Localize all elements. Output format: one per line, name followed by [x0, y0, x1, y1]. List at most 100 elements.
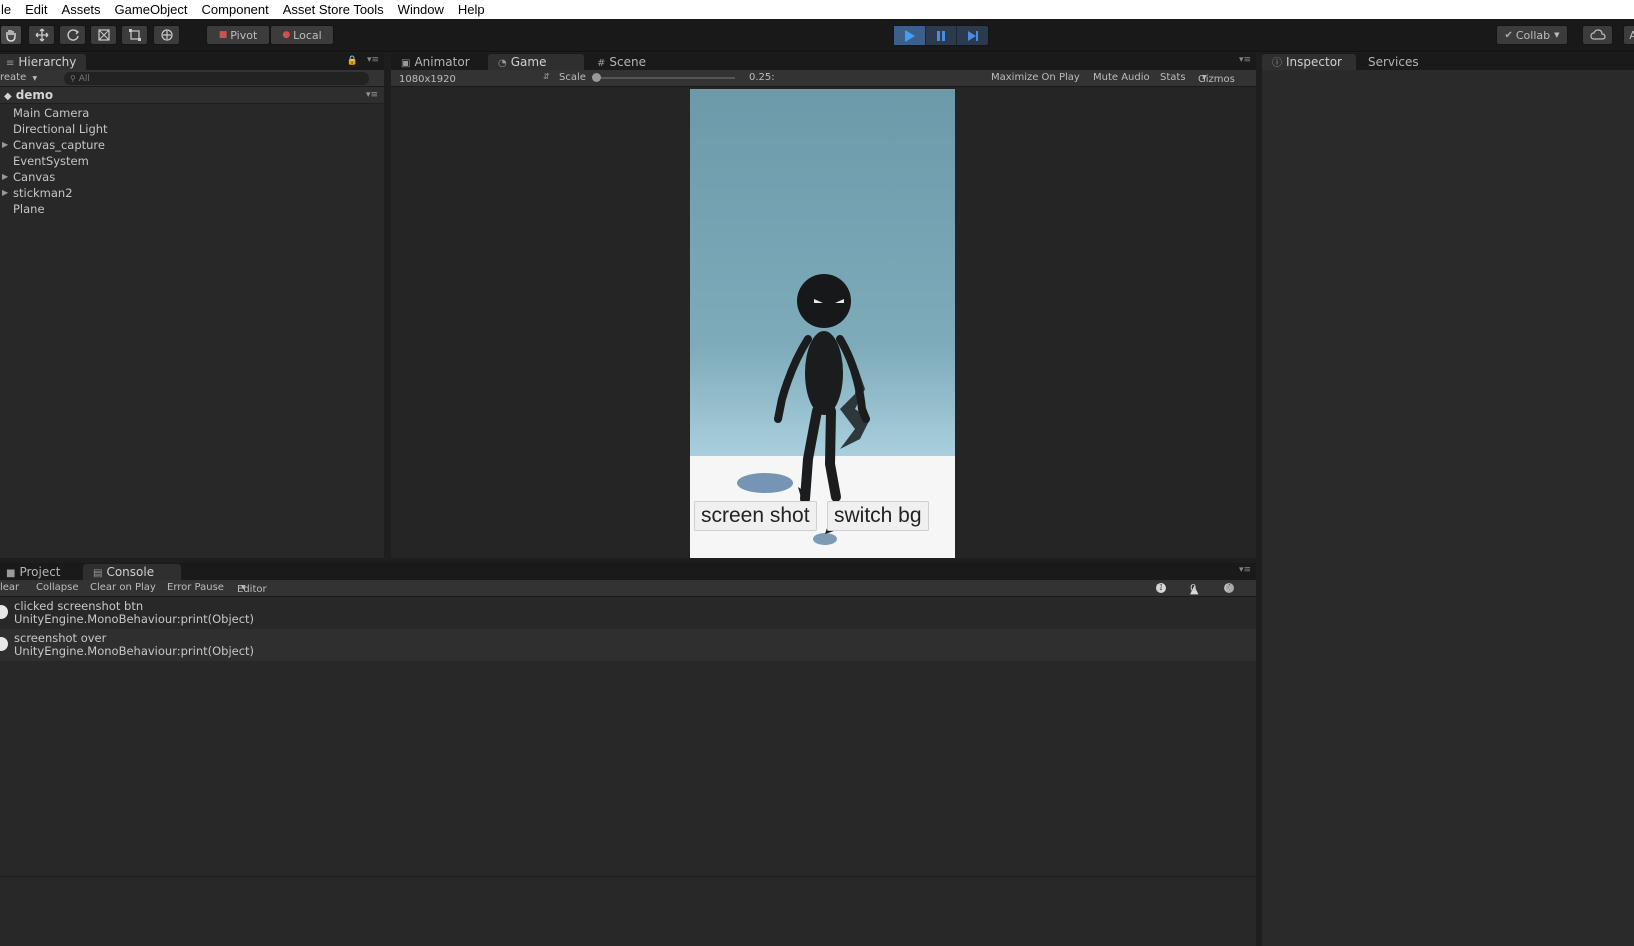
rotate-tool-button[interactable] [59, 25, 86, 45]
pivot-icon: ■ [218, 30, 228, 40]
collab-button[interactable]: ✔ Collab ▼ [1496, 25, 1568, 45]
project-icon: ■ [6, 568, 16, 579]
screen-shot-button[interactable]: screen shot [694, 501, 817, 531]
rect-tool-button[interactable] [121, 25, 148, 45]
error-count: 2 [1156, 583, 1163, 594]
hierarchy-item[interactable]: ▶ Canvas_capture [0, 137, 105, 153]
inspector-panel: ⓘ Inspector Services [1262, 53, 1634, 946]
scale-value: 0.25: [749, 72, 775, 83]
tab-project[interactable]: ■ Project [0, 564, 71, 580]
expand-arrow-icon[interactable]: ▶ [2, 137, 8, 153]
hierarchy-item[interactable]: ▶ Canvas [0, 169, 55, 185]
menu-edit[interactable]: Edit [18, 2, 54, 17]
tab-inspector[interactable]: ⓘ Inspector [1262, 54, 1356, 70]
hierarchy-item-label: Canvas [13, 170, 56, 184]
hierarchy-item[interactable]: Plane [0, 201, 45, 217]
collapse-toggle[interactable]: Collapse [36, 582, 79, 593]
scale-tool-button[interactable] [90, 25, 117, 45]
pause-button[interactable] [926, 26, 958, 45]
tab-console[interactable]: ▤ Console [83, 564, 181, 580]
game-render[interactable]: screen shot switch bg [690, 89, 955, 558]
menu-file[interactable]: le [0, 2, 18, 17]
menu-help[interactable]: Help [451, 2, 492, 17]
hand-tool-button[interactable] [0, 25, 22, 45]
hierarchy-list-icon: ≡ [6, 58, 15, 69]
log-entry[interactable]: clicked screenshot btn UnityEngine.MonoB… [0, 597, 1256, 629]
info-icon: ⓘ [1272, 58, 1282, 69]
scene-grid-icon: # [597, 58, 606, 69]
cloud-button[interactable] [1582, 25, 1613, 45]
step-button[interactable] [957, 26, 988, 45]
hierarchy-item-label: stickman2 [13, 186, 73, 200]
console-icon: ▤ [93, 568, 103, 579]
search-placeholder: All [78, 74, 90, 84]
console-detail-divider[interactable] [0, 876, 1256, 877]
hand-icon [6, 30, 16, 42]
menu-gameobject[interactable]: GameObject [108, 2, 195, 17]
animator-icon: ▣ [401, 58, 411, 69]
hierarchy-tabstrip: ≡ Hierarchy 🔒 ▾≡ [0, 53, 384, 70]
search-icon: ⚲ [70, 74, 76, 83]
chevron-down-icon: ▼ [1202, 74, 1207, 81]
hierarchy-item[interactable]: Directional Light [0, 121, 108, 137]
inspector-tabstrip: ⓘ Inspector Services [1262, 53, 1634, 70]
clear-button[interactable]: lear [0, 582, 19, 593]
log-stacktrace: UnityEngine.MonoBehaviour:print(Object) [14, 612, 255, 626]
play-button[interactable] [894, 26, 926, 45]
hierarchy-item[interactable]: ▶ stickman2 [0, 185, 73, 201]
scale-slider-track[interactable] [595, 77, 735, 79]
log-entry[interactable]: screenshot over UnityEngine.MonoBehaviou… [0, 629, 1256, 661]
cloud-icon [1589, 29, 1606, 40]
tab-game[interactable]: ◔ Game [488, 54, 584, 70]
expand-arrow-icon[interactable]: ▶ [2, 169, 8, 185]
hierarchy-item-label: Canvas_capture [13, 138, 105, 152]
mute-audio-toggle[interactable]: Mute Audio [1093, 72, 1150, 83]
account-button[interactable]: A [1623, 25, 1634, 45]
create-dropdown[interactable]: reate ▼ [0, 72, 37, 83]
menu-window[interactable]: Window [391, 2, 451, 17]
expand-arrow-icon[interactable]: ▶ [2, 185, 8, 201]
tab-hierarchy-label: Hierarchy [18, 55, 77, 69]
tab-services[interactable]: Services [1358, 54, 1429, 70]
resolution-chevron-icon: ⇵ [543, 72, 550, 81]
panel-menu-icon[interactable]: ▾≡ [1239, 55, 1251, 65]
tab-animator-label: Animator [414, 55, 470, 69]
step-icon [967, 30, 978, 41]
unity-scene-icon: ◆ [4, 91, 12, 102]
scale-slider-handle[interactable] [592, 73, 601, 82]
panel-menu-icon[interactable]: ▾≡ [367, 55, 379, 65]
menu-asset-store-tools[interactable]: Asset Store Tools [276, 2, 391, 17]
tab-console-label: Console [106, 565, 155, 579]
maximize-on-play-toggle[interactable]: Maximize On Play [991, 72, 1080, 83]
hierarchy-item[interactable]: Main Camera [0, 105, 89, 121]
switch-bg-button[interactable]: switch bg [827, 501, 929, 531]
local-toggle-button[interactable]: ● Local [270, 25, 334, 45]
move-tool-button[interactable] [28, 25, 55, 45]
menu-assets[interactable]: Assets [55, 2, 108, 17]
local-label: Local [293, 28, 322, 42]
scene-header[interactable]: ◆ demo ▾≡ [0, 87, 384, 104]
game-viewport[interactable]: screen shot switch bg [391, 87, 1256, 558]
error-pause-toggle[interactable]: Error Pause [167, 582, 224, 593]
hierarchy-item[interactable]: EventSystem [0, 153, 89, 169]
tab-animator[interactable]: ▣ Animator [391, 54, 480, 70]
rotate-icon [66, 29, 79, 41]
resolution-label: 1080x1920 [399, 74, 456, 85]
stickman-figure [737, 274, 870, 545]
menu-component[interactable]: Component [195, 2, 276, 17]
warning-count: 0 [1190, 583, 1197, 594]
pivot-toggle-button[interactable]: ■ Pivot [206, 25, 270, 45]
hierarchy-search-input[interactable]: ⚲ All [64, 72, 369, 85]
tab-hierarchy[interactable]: ≡ Hierarchy [0, 54, 87, 70]
info-message-icon [0, 637, 8, 651]
panel-menu-icon[interactable]: ▾≡ [1239, 565, 1251, 575]
lock-icon[interactable]: 🔒 [347, 56, 358, 66]
stats-toggle[interactable]: Stats [1160, 72, 1186, 83]
collab-check-icon: ✔ [1504, 29, 1513, 41]
tab-services-label: Services [1368, 55, 1419, 69]
tab-scene[interactable]: # Scene [587, 54, 656, 70]
scene-menu-icon[interactable]: ▾≡ [366, 87, 378, 104]
inspector-content [1262, 70, 1634, 946]
clear-on-play-toggle[interactable]: Clear on Play [90, 582, 156, 593]
transform-tool-button[interactable] [153, 25, 180, 45]
